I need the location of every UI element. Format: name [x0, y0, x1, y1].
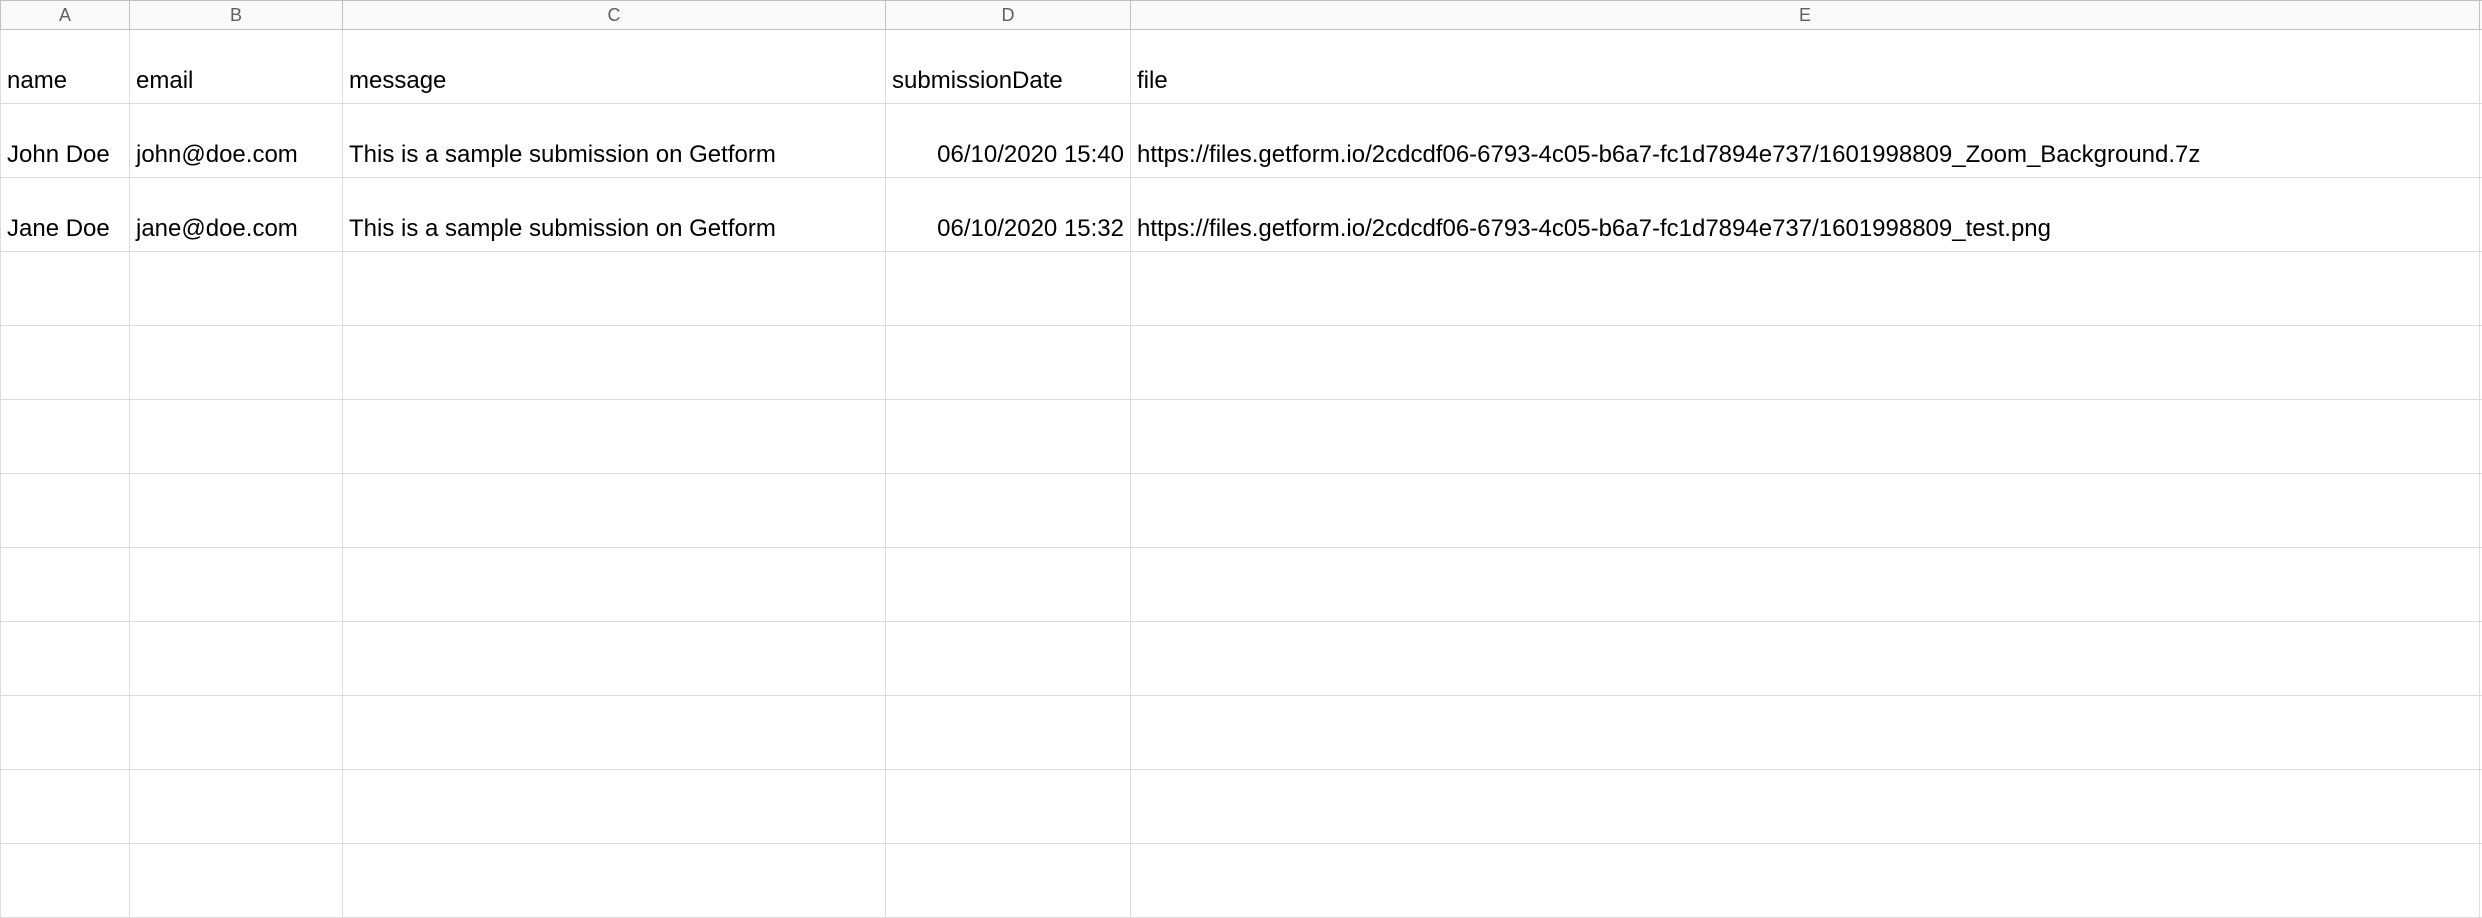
cell[interactable] [1131, 770, 2480, 843]
table-row: Jane Doe jane@doe.com This is a sample s… [0, 178, 2482, 252]
table-row [0, 770, 2482, 844]
column-header-c[interactable]: C [343, 1, 886, 29]
cell[interactable] [343, 696, 886, 769]
cell[interactable]: john@doe.com [130, 104, 343, 177]
column-header-a[interactable]: A [0, 1, 130, 29]
cell[interactable] [130, 696, 343, 769]
cell[interactable] [1131, 844, 2480, 917]
cell[interactable] [343, 326, 886, 399]
cell[interactable] [886, 770, 1131, 843]
cell[interactable]: email [130, 30, 343, 103]
cell[interactable] [0, 770, 130, 843]
table-row [0, 548, 2482, 622]
cell[interactable] [343, 844, 886, 917]
cell[interactable]: This is a sample submission on Getform [343, 104, 886, 177]
cell[interactable] [130, 252, 343, 325]
cell[interactable] [1131, 474, 2480, 547]
cell[interactable] [1131, 326, 2480, 399]
cell[interactable] [886, 696, 1131, 769]
table-row [0, 252, 2482, 326]
cell[interactable]: name [0, 30, 130, 103]
cell[interactable]: https://files.getform.io/2cdcdf06-6793-4… [1131, 104, 2480, 177]
table-row [0, 400, 2482, 474]
column-header-b[interactable]: B [130, 1, 343, 29]
cell[interactable] [886, 622, 1131, 695]
cell[interactable] [0, 474, 130, 547]
cell[interactable]: Jane Doe [0, 178, 130, 251]
table-row: name email message submissionDate file [0, 30, 2482, 104]
cell[interactable]: 06/10/2020 15:32 [886, 178, 1131, 251]
table-row [0, 844, 2482, 918]
cell[interactable]: message [343, 30, 886, 103]
cell[interactable] [343, 474, 886, 547]
cell[interactable] [0, 622, 130, 695]
column-header-row: A B C D E [0, 0, 2482, 30]
cell[interactable]: https://files.getform.io/2cdcdf06-6793-4… [1131, 178, 2480, 251]
cell[interactable] [130, 474, 343, 547]
cell[interactable] [343, 400, 886, 473]
table-row: John Doe john@doe.com This is a sample s… [0, 104, 2482, 178]
cell[interactable] [343, 252, 886, 325]
cell[interactable] [1131, 548, 2480, 621]
cell[interactable] [130, 548, 343, 621]
cell[interactable] [0, 326, 130, 399]
table-row [0, 326, 2482, 400]
cell[interactable] [1131, 400, 2480, 473]
cell[interactable] [130, 770, 343, 843]
cell[interactable] [130, 844, 343, 917]
cell[interactable] [343, 770, 886, 843]
cell[interactable] [1131, 696, 2480, 769]
cell[interactable] [0, 252, 130, 325]
cell[interactable] [886, 326, 1131, 399]
cell[interactable]: file [1131, 30, 2480, 103]
cell[interactable] [886, 474, 1131, 547]
column-header-d[interactable]: D [886, 1, 1131, 29]
cell[interactable]: jane@doe.com [130, 178, 343, 251]
table-row [0, 474, 2482, 548]
cell[interactable] [130, 400, 343, 473]
cell[interactable] [343, 622, 886, 695]
cell[interactable] [130, 326, 343, 399]
cell[interactable] [1131, 252, 2480, 325]
cell[interactable] [886, 844, 1131, 917]
cell[interactable]: submissionDate [886, 30, 1131, 103]
cell[interactable] [886, 252, 1131, 325]
cell[interactable] [0, 844, 130, 917]
spreadsheet: A B C D E name email message submissionD… [0, 0, 2482, 918]
cell[interactable] [343, 548, 886, 621]
cell[interactable]: 06/10/2020 15:40 [886, 104, 1131, 177]
cell[interactable] [0, 696, 130, 769]
cell[interactable] [1131, 622, 2480, 695]
cell[interactable] [886, 548, 1131, 621]
cell[interactable]: John Doe [0, 104, 130, 177]
table-row [0, 696, 2482, 770]
cell[interactable] [130, 622, 343, 695]
table-row [0, 622, 2482, 696]
cell[interactable] [886, 400, 1131, 473]
cell[interactable]: This is a sample submission on Getform [343, 178, 886, 251]
cell[interactable] [0, 400, 130, 473]
column-header-e[interactable]: E [1131, 1, 2480, 29]
cell[interactable] [0, 548, 130, 621]
